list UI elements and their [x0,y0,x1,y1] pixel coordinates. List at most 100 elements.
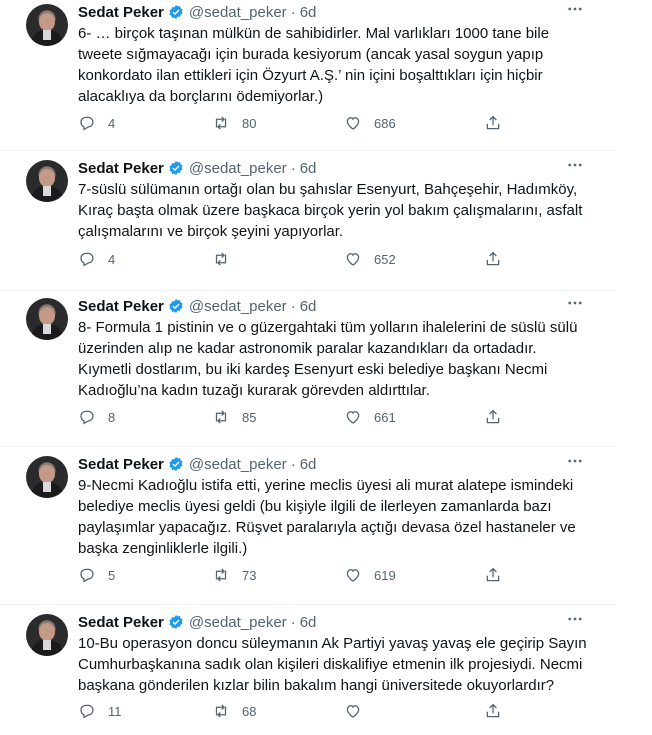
author-name[interactable]: Sedat Peker [78,4,164,21]
tweet-actions: 4 652 [78,250,518,270]
reply-count: 5 [108,567,116,583]
like-count: 619 [374,567,396,583]
retweet-button[interactable]: 73 [212,566,256,584]
retweet-count: 73 [242,567,257,583]
author-handle[interactable]: @sedat_peker [189,298,287,315]
author-handle[interactable]: @sedat_peker [189,456,287,473]
verified-badge-icon [169,457,183,471]
tweet-text: 8- Formula 1 pistinin ve o güzergahtaki … [78,319,578,399]
reply-button[interactable]: 8 [78,408,115,426]
tweet[interactable]: Sedat Peker @sedat_peker · 6d 7-süslü sü… [0,158,616,291]
reply-count: 11 [108,703,122,719]
tweet[interactable]: Sedat Peker @sedat_peker · 6d 8- Formula… [0,296,616,447]
reply-button[interactable]: 4 [78,250,115,268]
author-handle[interactable]: @sedat_peker [189,614,287,631]
heart-icon [346,705,360,718]
tweet-text: 10-Bu operasyon doncu süleymanın Ak Part… [78,635,587,694]
avatar[interactable] [26,614,68,656]
tweet-header: Sedat Peker @sedat_peker · 6d [78,158,316,178]
share-button[interactable] [484,250,502,268]
tweet-header: Sedat Peker @sedat_peker · 6d [78,454,316,474]
author-name[interactable]: Sedat Peker [78,160,164,177]
reply-count: 4 [108,251,116,267]
reply-button[interactable]: 11 [78,702,122,720]
tweet-timestamp[interactable]: 6d [300,456,317,473]
tweet-timeline: Sedat Peker @sedat_peker · 6d 6- … birço… [0,0,652,735]
more-icon[interactable] [566,0,584,18]
tweet-text: 7-süslü sülümanın ortağı olan bu şahısla… [78,181,583,240]
share-icon [486,703,500,718]
verified-badge-icon [169,161,183,175]
heart-icon [346,253,360,266]
like-button[interactable]: 652 [344,250,396,268]
more-icon[interactable] [566,294,584,312]
reply-icon [80,704,94,719]
retweet-icon [215,252,227,266]
retweet-count: 68 [242,703,257,719]
author-handle[interactable]: @sedat_peker [189,160,287,177]
heart-icon [346,411,360,424]
reply-button[interactable]: 4 [78,114,115,132]
retweet-icon [215,704,227,718]
like-button[interactable]: 661 [344,408,396,426]
retweet-button[interactable]: 68 [212,702,256,720]
tweet-header: Sedat Peker @sedat_peker · 6d [78,296,316,316]
tweet-actions: 8 85 661 [78,408,518,428]
author-name[interactable]: Sedat Peker [78,298,164,315]
verified-badge-icon [169,615,183,629]
share-button[interactable] [484,114,502,132]
verified-badge-icon [169,5,183,19]
retweet-icon [215,116,227,130]
reply-button[interactable]: 5 [78,566,115,584]
retweet-button[interactable] [212,250,242,268]
tweet-actions: 5 73 619 [78,566,518,586]
like-button[interactable] [344,702,374,720]
share-button[interactable] [484,566,502,584]
retweet-button[interactable]: 80 [212,114,256,132]
tweet-header: Sedat Peker @sedat_peker · 6d [78,2,316,22]
tweet[interactable]: Sedat Peker @sedat_peker · 6d 6- … birço… [0,2,616,151]
retweet-icon [215,410,227,424]
share-icon [486,409,500,424]
retweet-button[interactable]: 85 [212,408,256,426]
more-icon[interactable] [566,452,584,470]
like-button[interactable]: 686 [344,114,396,132]
tweet-text: 6- … birçok taşınan mülkün de sahibidirl… [78,25,550,105]
more-icon[interactable] [566,156,584,174]
more-icon[interactable] [566,610,584,628]
separator-dot: · [290,455,296,473]
avatar[interactable] [26,456,68,498]
tweet-timestamp[interactable]: 6d [300,614,317,631]
share-button[interactable] [484,702,502,720]
tweet-timestamp[interactable]: 6d [300,298,317,315]
avatar[interactable] [26,298,68,340]
retweet-icon [215,568,227,582]
avatar[interactable] [26,4,68,46]
retweet-count: 80 [242,115,257,131]
tweet-header: Sedat Peker @sedat_peker · 6d [78,612,316,632]
heart-icon [346,117,360,130]
tweet-actions: 11 68 [78,702,518,722]
share-button[interactable] [484,408,502,426]
reply-icon [80,116,94,131]
tweet-timestamp[interactable]: 6d [300,160,317,177]
avatar[interactable] [26,160,68,202]
reply-count: 4 [108,115,116,131]
separator-dot: · [290,297,296,315]
share-icon [486,115,500,130]
author-handle[interactable]: @sedat_peker [189,4,287,21]
reply-count: 8 [108,409,116,425]
author-name[interactable]: Sedat Peker [78,614,164,631]
tweet[interactable]: Sedat Peker @sedat_peker · 6d 9-Necmi Ka… [0,454,616,605]
author-name[interactable]: Sedat Peker [78,456,164,473]
tweet[interactable]: Sedat Peker @sedat_peker · 6d 10-Bu oper… [0,612,616,735]
tweet-text: 9-Necmi Kadıoğlu istifa etti, yerine mec… [78,477,576,557]
retweet-count: 85 [242,409,257,425]
separator-dot: · [290,159,296,177]
like-button[interactable]: 619 [344,566,396,584]
share-icon [486,567,500,582]
reply-icon [80,568,94,583]
tweet-actions: 4 80 686 [78,114,518,134]
separator-dot: · [290,613,296,631]
tweet-timestamp[interactable]: 6d [300,4,317,21]
